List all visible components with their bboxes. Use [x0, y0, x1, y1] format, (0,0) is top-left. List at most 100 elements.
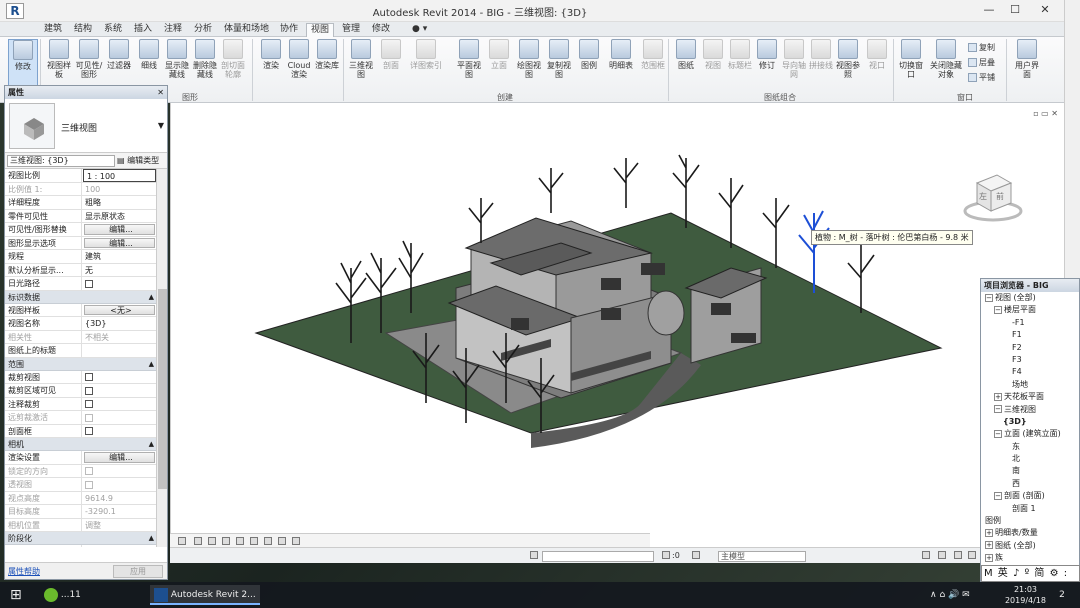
property-group-header[interactable]: 阶段化 ▲ — [5, 532, 157, 545]
property-checkbox[interactable] — [85, 373, 93, 381]
shadows-icon[interactable] — [236, 537, 244, 545]
browser-tree-item[interactable]: − 剖面 (剖面) — [981, 490, 1079, 502]
select-by-face-icon[interactable] — [954, 551, 962, 559]
browser-tree-item[interactable]: + 天花板平面 — [981, 391, 1079, 403]
schedules-button[interactable]: 明细表 — [604, 39, 638, 91]
browser-tree-item[interactable]: 北 — [981, 453, 1079, 465]
callout-button[interactable]: 详图索引 — [406, 39, 446, 91]
filter-icon[interactable] — [662, 551, 670, 559]
legends-button[interactable]: 图例 — [574, 39, 604, 91]
property-value[interactable]: 粗略 — [82, 196, 157, 209]
windows-start-icon[interactable]: ⊞ — [10, 585, 30, 605]
tab-massing-site[interactable]: 体量和场地 — [220, 23, 273, 36]
lock-3d-icon[interactable] — [278, 537, 286, 545]
drawing-area[interactable]: ▫ ▭ ✕ 植物: M_树 - 落叶树: 伦巴第白杨 - 9.8 米 左 前 — [170, 103, 1064, 547]
browser-tree-item[interactable]: 图例 — [981, 515, 1079, 527]
collapse-icon[interactable]: ▲ — [149, 358, 154, 371]
3d-view-button[interactable]: 三维视图 — [346, 39, 376, 91]
guide-grid-button[interactable]: 导向轴网 — [779, 39, 809, 91]
close-button[interactable]: ✕ — [1034, 3, 1056, 19]
switch-windows-button[interactable]: 切换窗口 — [896, 39, 926, 91]
tray-icons[interactable]: ∧ ⌂ 🔊 ✉ — [930, 585, 980, 605]
property-group-header[interactable]: 标识数据 ▲ — [5, 290, 157, 304]
replicate-button[interactable]: 复制 — [968, 42, 995, 53]
scale-icon[interactable] — [178, 537, 186, 545]
tab-modify[interactable]: 修改 — [368, 23, 394, 36]
property-group-header[interactable]: 范围 ▲ — [5, 357, 157, 371]
property-value[interactable] — [82, 478, 157, 491]
crop-view-icon[interactable] — [264, 537, 272, 545]
collapse-icon[interactable]: ▲ — [149, 438, 154, 451]
tab-annotate[interactable]: 注释 — [160, 23, 186, 36]
browser-tree-item[interactable]: F3 — [981, 354, 1079, 366]
clock[interactable]: 21:03 2019/4/18 — [1005, 584, 1046, 606]
tab-manage[interactable]: 管理 — [338, 23, 364, 36]
property-value[interactable] — [82, 371, 157, 384]
edit-type-button[interactable]: ▤ 编辑类型 — [117, 155, 159, 167]
worksets-icon[interactable] — [530, 551, 538, 559]
browser-tree-item[interactable]: F4 — [981, 366, 1079, 378]
collapse-icon[interactable]: − — [985, 293, 993, 302]
expand-icon[interactable]: + — [985, 553, 993, 562]
title-block-button[interactable]: 标题栏 — [725, 39, 755, 91]
right-scroll-strip[interactable] — [1064, 0, 1080, 278]
ime-toolbar[interactable]: M 英 ♪ º 简 ⚙ : — [981, 565, 1080, 582]
browser-tree-item[interactable]: − 三维视图 — [981, 404, 1079, 416]
property-group-header[interactable]: 相机 ▲ — [5, 438, 157, 451]
sun-path-icon[interactable] — [222, 537, 230, 545]
scroll-thumb[interactable] — [158, 289, 167, 489]
property-checkbox[interactable] — [85, 400, 93, 408]
browser-tree-item[interactable]: 场地 — [981, 379, 1079, 391]
property-value[interactable]: 建筑 — [82, 250, 157, 263]
render-gallery-button[interactable]: 渲染库 — [312, 39, 342, 91]
property-value[interactable]: 显示原状态 — [82, 210, 157, 223]
property-value[interactable] — [82, 425, 157, 438]
design-options-icon[interactable] — [692, 551, 700, 559]
browser-tree-item[interactable]: − 立面 (建筑立面) — [981, 428, 1079, 440]
tab-structure[interactable]: 结构 — [70, 23, 96, 36]
matchline-button[interactable]: 拼接线 — [806, 39, 836, 91]
cascade-button[interactable]: 层叠 — [968, 57, 995, 68]
tab-insert[interactable]: 插入 — [130, 23, 156, 36]
viewcube[interactable]: 左 前 — [963, 165, 1023, 225]
property-value[interactable] — [82, 465, 157, 478]
collapse-icon[interactable]: − — [994, 405, 1002, 414]
property-value[interactable] — [82, 384, 157, 397]
maximize-button[interactable]: ☐ — [1004, 3, 1026, 19]
visual-style-icon[interactable] — [208, 537, 216, 545]
property-value[interactable]: 编辑... — [84, 237, 155, 248]
property-value[interactable] — [82, 411, 157, 424]
collapse-icon[interactable]: ▲ — [149, 532, 154, 545]
visibility-graphics-button[interactable]: 可见性/图形 — [74, 39, 104, 91]
workset-combo[interactable] — [542, 551, 654, 562]
cut-profile-button[interactable]: 剖切面轮廓 — [218, 39, 248, 91]
render-button[interactable]: 渲染 — [256, 39, 286, 91]
browser-tree-item[interactable]: 剖面 1 — [981, 503, 1079, 515]
expand-icon[interactable]: + — [985, 541, 993, 550]
close-hidden-button[interactable]: 关闭隐藏对象 — [928, 39, 964, 91]
chevron-down-icon[interactable]: ▼ — [158, 121, 164, 130]
temporary-hide-icon[interactable] — [292, 537, 300, 545]
place-view-button[interactable]: 视图 — [698, 39, 728, 91]
properties-close-icon[interactable]: ✕ — [157, 86, 164, 99]
view-templates-button[interactable]: 视图样板 — [44, 39, 74, 91]
property-value[interactable]: 1 : 100 — [83, 169, 156, 182]
property-checkbox[interactable] — [85, 427, 93, 435]
minimize-button[interactable]: — — [978, 3, 1000, 19]
revisions-button[interactable]: 修订 — [752, 39, 782, 91]
remove-hidden-lines-button[interactable]: 删除隐藏线 — [190, 39, 220, 91]
browser-tree-item[interactable]: + 明细表/数量 — [981, 527, 1079, 539]
property-checkbox[interactable] — [85, 386, 93, 395]
taskbar-revit[interactable]: Autodesk Revit 2... — [150, 585, 260, 605]
browser-tree-item[interactable]: 东 — [981, 441, 1079, 453]
tab-architecture[interactable]: 建筑 — [40, 23, 66, 36]
property-value[interactable]: 全部显示 — [82, 545, 157, 547]
collapse-icon[interactable]: − — [994, 305, 1002, 314]
browser-tree-item[interactable]: − 楼层平面 — [981, 304, 1079, 316]
notification-icon[interactable]: 2 — [1052, 585, 1072, 605]
tab-systems[interactable]: 系统 — [100, 23, 126, 36]
browser-tree-item[interactable]: F1 — [981, 329, 1079, 341]
properties-scrollbar[interactable] — [156, 169, 167, 547]
type-selector[interactable]: 三维视图 ▼ — [5, 99, 167, 153]
apply-button[interactable]: 应用 — [113, 565, 163, 578]
